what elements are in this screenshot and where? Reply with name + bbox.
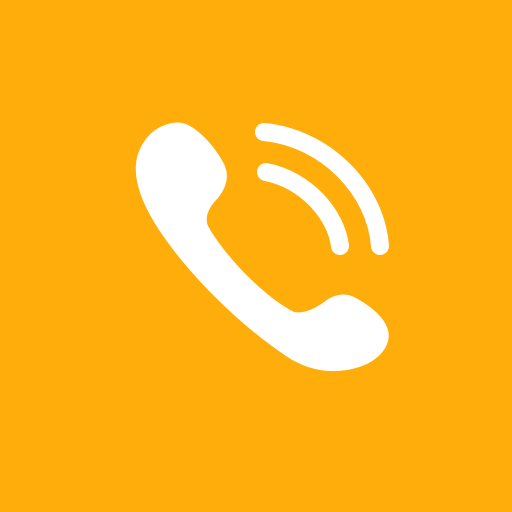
app-icon-tile[interactable]: [0, 0, 512, 512]
phone-handset-icon: [135, 122, 389, 372]
signal-wave-outer-icon: [255, 123, 389, 255]
phone-call-icon: [135, 122, 389, 372]
signal-wave-inner-icon: [257, 163, 349, 255]
